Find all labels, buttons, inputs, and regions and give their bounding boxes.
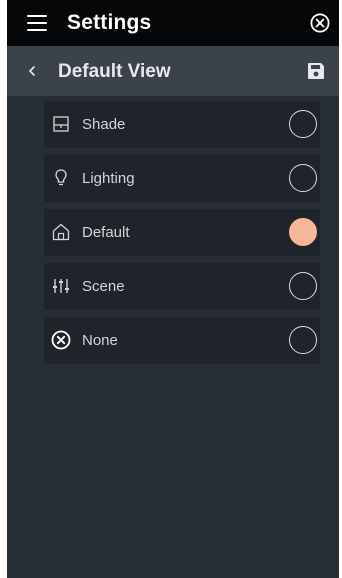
hamburger-menu-icon[interactable] <box>27 15 47 31</box>
option-label: Lighting <box>82 170 135 187</box>
page-title: Settings <box>67 11 152 34</box>
radio-button[interactable] <box>289 272 317 300</box>
home-icon <box>51 222 71 242</box>
option-lighting[interactable]: Lighting <box>44 155 320 202</box>
lightbulb-icon <box>51 168 71 188</box>
chevron-left-icon[interactable] <box>25 62 39 80</box>
option-default[interactable]: Default <box>44 209 320 256</box>
option-none[interactable]: None <box>44 317 320 364</box>
option-scene[interactable]: Scene <box>44 263 320 310</box>
sliders-icon <box>51 276 71 296</box>
option-shade[interactable]: Shade <box>44 101 320 148</box>
radio-button[interactable] <box>289 326 317 354</box>
radio-button[interactable] <box>289 110 317 138</box>
top-app-bar: Settings <box>7 0 339 46</box>
option-label: Default <box>82 224 130 241</box>
x-circle-icon <box>51 330 71 350</box>
option-label: Shade <box>82 116 126 133</box>
sub-header: Default View <box>7 46 339 96</box>
save-floppy-icon[interactable] <box>306 61 326 81</box>
radio-button[interactable] <box>289 164 317 192</box>
shade-icon <box>51 114 71 134</box>
close-circle-icon[interactable] <box>310 13 330 33</box>
view-options-list: Shade Lighting Default Scene None <box>44 101 320 371</box>
section-title: Default View <box>58 61 171 82</box>
option-label: Scene <box>82 278 125 295</box>
settings-screen: Settings Default View Shade Lighting Def… <box>7 0 339 578</box>
option-label: None <box>82 332 118 349</box>
radio-button-selected[interactable] <box>289 218 317 246</box>
